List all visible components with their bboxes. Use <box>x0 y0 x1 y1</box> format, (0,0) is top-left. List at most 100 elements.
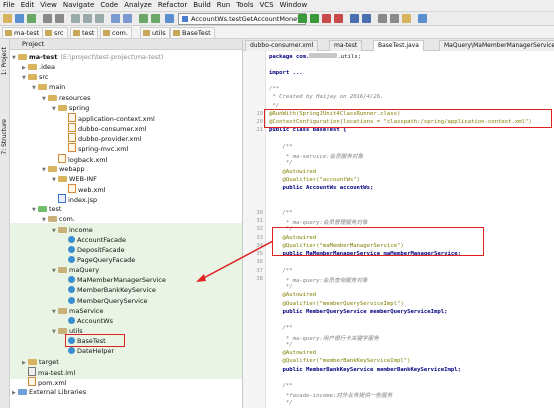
copy-icon[interactable] <box>83 14 92 23</box>
project-panel-title[interactable]: Project <box>22 40 44 48</box>
package-icon <box>58 267 67 274</box>
folder-icon <box>58 104 67 111</box>
tree-item[interactable]: ▼ webapp <box>42 164 85 174</box>
build-icon[interactable] <box>165 14 174 23</box>
cut-icon[interactable] <box>71 14 80 23</box>
breadcrumb-item[interactable]: test <box>70 27 99 39</box>
vcs-commit-icon[interactable] <box>362 14 371 23</box>
coverage-icon[interactable] <box>322 14 331 23</box>
tree-item[interactable]: index.jsp <box>52 194 97 204</box>
back-icon[interactable] <box>139 14 148 23</box>
package-icon <box>58 226 67 233</box>
menu-refactor[interactable]: Refactor <box>155 0 190 11</box>
settings-icon[interactable] <box>378 14 387 23</box>
breadcrumb: ma-test src test com. utils BaseTest <box>0 26 554 39</box>
tree-item-label: web.xml <box>78 185 106 194</box>
tool-window-strip: 1: Project 7: Structure <box>0 39 10 408</box>
menu-run[interactable]: Run <box>214 0 233 11</box>
tree-item[interactable]: AccountFacade <box>62 235 126 245</box>
tree-item[interactable]: web.xml <box>62 183 106 194</box>
tree-item[interactable]: ▼ test <box>32 204 61 214</box>
breadcrumb-item[interactable]: src <box>42 27 68 39</box>
editor-tab[interactable]: ma-test <box>329 40 363 51</box>
paste-icon[interactable] <box>95 14 104 23</box>
tree-item-label: maService <box>69 306 104 315</box>
menu-code[interactable]: Code <box>97 0 121 11</box>
tree-item[interactable]: ▼ spring <box>52 103 89 113</box>
line-number: 20 <box>256 119 263 125</box>
menu-navigate[interactable]: Navigate <box>60 0 97 11</box>
redo-icon[interactable] <box>55 14 64 23</box>
debug-icon[interactable] <box>310 14 319 23</box>
forward-icon[interactable] <box>151 14 160 23</box>
menu-vcs[interactable]: VCS <box>256 0 276 11</box>
vcs-update-icon[interactable] <box>350 14 359 23</box>
tree-item[interactable]: logback.xml <box>52 153 107 164</box>
tree-item[interactable]: ▼ WEB-INF <box>52 174 97 184</box>
tree-item[interactable]: ▼ maService <box>52 306 103 316</box>
refresh-icon[interactable] <box>27 14 36 23</box>
stop-icon[interactable] <box>334 14 343 23</box>
menu-build[interactable]: Build <box>190 0 214 11</box>
tree-item[interactable]: application-context.xml <box>62 112 155 123</box>
class-icon <box>68 256 75 263</box>
tree-item[interactable]: dubbo-consumer.xml <box>62 123 147 133</box>
menu-file[interactable]: File <box>0 0 18 11</box>
tree-item[interactable]: ▼ com. <box>42 214 75 224</box>
menu-tools[interactable]: Tools <box>233 0 256 11</box>
undo-icon[interactable] <box>43 14 52 23</box>
tree-item[interactable]: ▶ External Libraries <box>12 387 86 397</box>
tree-item[interactable]: MemberQueryService <box>62 296 148 306</box>
open-icon[interactable] <box>3 14 12 23</box>
tree-item-label: spring <box>69 103 90 112</box>
editor-tab[interactable]: dubbo-consumer.xml <box>245 40 319 51</box>
help-icon[interactable] <box>418 14 427 23</box>
tree-item[interactable]: ▼ maQuery <box>52 265 99 275</box>
tree-item[interactable]: PageQueryFacade <box>62 255 135 265</box>
tree-item[interactable]: ma-test.iml <box>22 366 75 377</box>
editor-gutter: 19 20 21 30 31 32 33 34 35 36 37 38 <box>243 51 266 408</box>
tree-item[interactable]: DepositFacade <box>62 245 125 255</box>
menu-window[interactable]: Window <box>277 0 311 11</box>
project-tree: ▼ ma-test (E:\project\test-project\ma-test… <box>10 50 242 408</box>
menu-edit[interactable]: Edit <box>18 0 38 11</box>
menu-analyze[interactable]: Analyze <box>121 0 155 11</box>
menu-view[interactable]: View <box>37 0 60 11</box>
replace-icon[interactable] <box>123 14 132 23</box>
structure-icon[interactable] <box>390 14 399 23</box>
tree-item[interactable]: MaMemberManagerService <box>62 275 166 285</box>
run-icon[interactable] <box>298 14 307 23</box>
tree-item[interactable]: DateHelper <box>62 346 114 356</box>
tree-item[interactable]: ▼ src <box>22 72 49 82</box>
tree-item[interactable]: MemberBankKeyService <box>62 285 156 295</box>
tree-item-label: PageQueryFacade <box>77 256 136 264</box>
tree-item[interactable]: ▶ .idea <box>22 62 55 72</box>
tree-item[interactable]: ▶ target <box>22 357 59 367</box>
structure-tool-tab[interactable]: 7: Structure <box>1 119 8 155</box>
code-text: */ <box>269 160 293 167</box>
tree-item-label: application-context.xml <box>78 114 155 123</box>
tree-item[interactable]: spring-mvc.xml <box>62 143 128 153</box>
breadcrumb-item[interactable]: com. <box>100 27 132 39</box>
tree-item[interactable]: ▼ main <box>32 82 65 92</box>
run-configuration-select[interactable]: AccountWs.testGetAccountMoney <box>178 13 306 25</box>
code-text: 对外业务提供一些服务 <box>336 393 393 400</box>
breadcrumb-item[interactable]: ma-test <box>2 27 44 39</box>
tree-item[interactable]: ▼ ma-test (E:\project\test-project\ma-test… <box>12 52 163 62</box>
sdk-icon[interactable] <box>402 14 411 23</box>
tree-item[interactable]: pom.xml <box>22 376 67 387</box>
editor-tab[interactable]: MaQuery\MaMemberManagerService <box>439 40 554 51</box>
code-text: public class BaseTest { <box>269 127 347 134</box>
breadcrumb-item[interactable]: BaseTest <box>170 27 215 39</box>
project-tool-tab[interactable]: 1: Project <box>1 47 8 75</box>
code-text: @Autowired <box>269 350 317 356</box>
save-icon[interactable] <box>15 14 24 23</box>
tree-item[interactable]: ▼ income <box>52 225 93 235</box>
tree-item[interactable]: ▼ resources <box>42 93 91 103</box>
tree-item[interactable]: dubbo-provider.xml <box>62 133 141 143</box>
breadcrumb-item[interactable]: utils <box>140 27 170 39</box>
code-line: import ... <box>269 70 303 76</box>
editor-tab[interactable]: BaseTest.java <box>373 40 424 51</box>
tree-item[interactable]: AccountWs <box>62 316 113 326</box>
find-icon[interactable] <box>111 14 120 23</box>
